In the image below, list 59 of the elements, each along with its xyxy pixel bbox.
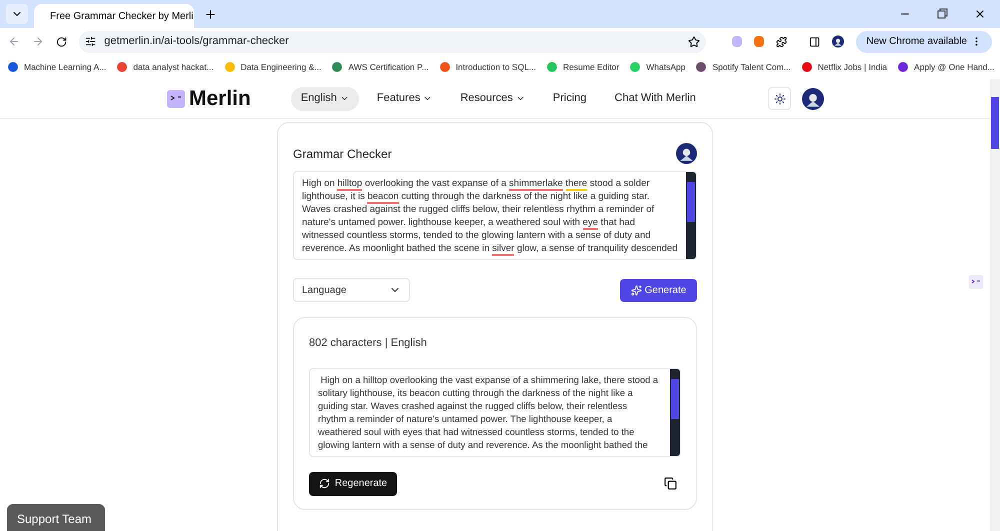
input-text-line: lighthouse, it is beacon cutting through the darkness of the night like a guiding star. xyxy=(302,190,651,203)
avatar-icon[interactable] xyxy=(676,143,697,164)
bookmark-star-icon[interactable] xyxy=(688,36,700,48)
output-text-line: High on a hilltop overlooking the vast expanse of a shimmering lake, there stood a xyxy=(320,374,660,386)
avatar-icon[interactable] xyxy=(832,35,844,48)
browser-tab[interactable]: Free Grammar Checker by Merli xyxy=(34,4,194,28)
reload-icon[interactable] xyxy=(56,36,68,48)
bookmark-link[interactable]: Spotify Talent Com... xyxy=(712,60,791,74)
tab-search-button[interactable] xyxy=(6,4,28,24)
sparkles-icon xyxy=(630,284,642,296)
page-scrollbar[interactable] xyxy=(990,79,1000,531)
site-info-icon[interactable] xyxy=(85,36,96,47)
card-title: Grammar Checker xyxy=(293,146,392,162)
url-text: getmerlin.in/ai-tools/grammar-checker xyxy=(104,34,289,50)
output-text-line: guiding star. Waves crashed against the rugged cliffs below, their relentless xyxy=(318,400,628,412)
theme-toggle-button[interactable] xyxy=(768,87,791,110)
input-text-area[interactable] xyxy=(293,171,697,260)
input-text-line: High on hilltop overlooking the vast expanse of a shimmerlake there stood a solder xyxy=(302,177,651,190)
address-bar[interactable]: getmerlin.in/ai-tools/grammar-checker xyxy=(79,30,706,52)
new-tab-icon[interactable] xyxy=(204,8,217,21)
output-text-line: solitary lighthouse, its beacon cutting through the darkness of the night like a xyxy=(318,386,634,400)
side-panel-icon[interactable] xyxy=(809,36,820,48)
logo-icon xyxy=(167,90,185,108)
input-text-line: nature's untamed power. lighthouse keeper, a weathered soul with eye that had xyxy=(302,216,636,229)
copy-icon[interactable] xyxy=(664,477,677,490)
output-text-line: rhythm a reminder of nature's untamed power. The lighthouse keeper, a xyxy=(318,412,614,426)
merlin-widget-icon[interactable] xyxy=(969,275,983,289)
bookmark-link[interactable]: Resume Editor xyxy=(563,60,620,74)
input-text-line: witnessed countless storms, tended to the glowing lantern with a sense of duty and xyxy=(302,229,652,242)
support-team-button[interactable]: Support Team xyxy=(7,504,105,531)
refresh-icon xyxy=(318,478,330,489)
nav-link[interactable]: English xyxy=(290,86,359,110)
result-meta: 802 characters | English xyxy=(309,336,428,351)
input-text-line: Waves crashed against the rugged cliffs below, their relentless rhythm a reminder of xyxy=(302,203,656,216)
restore-icon[interactable] xyxy=(937,8,948,19)
generate-button[interactable]: Generate xyxy=(620,278,697,302)
update-button[interactable]: New Chrome available xyxy=(856,30,992,52)
bookmark-link[interactable]: AWS Certification P... xyxy=(348,60,429,74)
tab-title: Free Grammar Checker by Merli xyxy=(50,10,194,24)
scrollbar[interactable] xyxy=(670,368,680,456)
avatar-icon[interactable] xyxy=(802,88,824,110)
bookmark-link[interactable]: Data Engineering &... xyxy=(240,60,322,74)
bookmark-link[interactable]: WhatsApp xyxy=(646,60,686,74)
input-text-line: reverence. As moonlight bathed the scene in silver glow, a sense of tranquility descended xyxy=(302,242,678,255)
regenerate-button[interactable]: Regenerate xyxy=(309,472,397,496)
bookmark-link[interactable]: data analyst hackat... xyxy=(133,60,214,74)
logo-text[interactable]: Merlin xyxy=(189,82,251,114)
language-dropdown[interactable]: Language xyxy=(293,278,410,302)
scrollbar[interactable] xyxy=(686,172,696,259)
sun-icon xyxy=(774,92,786,104)
close-icon[interactable] xyxy=(974,8,986,20)
bookmark-link[interactable]: Machine Learning A... xyxy=(24,60,106,74)
output-text-area[interactable] xyxy=(309,368,681,456)
output-text-line: glowing lantern with a sense of duty and reverence. As the moonlight bathed the xyxy=(318,438,649,452)
output-text-line: weathered soul with eyes that had witnessed countless storms, tended to the xyxy=(318,426,636,438)
extensions-icon[interactable] xyxy=(776,36,788,48)
bookmark-link[interactable]: Netflix Jobs | India xyxy=(818,60,888,74)
bookmark-link[interactable]: Introduction to SQL... xyxy=(456,60,536,74)
bookmark-link[interactable]: Apply @ One Hand... xyxy=(914,60,994,74)
